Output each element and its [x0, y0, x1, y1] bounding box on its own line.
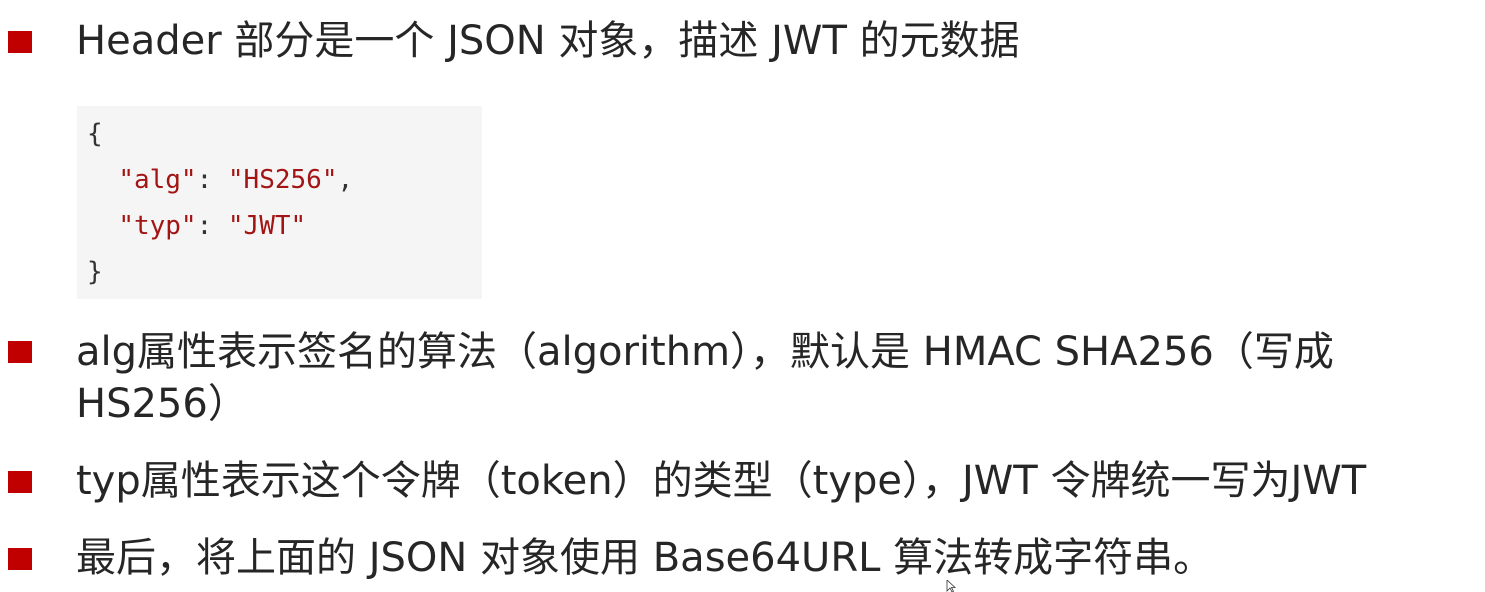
code-colon: : [196, 211, 228, 241]
square-bullet-icon [8, 31, 32, 53]
code-value-typ: "JWT" [227, 211, 307, 241]
square-bullet-icon [8, 341, 32, 363]
code-close-brace: } [87, 257, 103, 287]
code-line-typ: "typ": "JWT" [87, 210, 306, 242]
code-key-alg: "alg" [118, 165, 197, 195]
square-bullet-icon [8, 471, 32, 493]
mouse-cursor-icon [946, 580, 956, 592]
bullet-text-header: Header 部分是一个 JSON 对象，描述 JWT 的元数据 [76, 18, 1020, 64]
code-line-alg: "alg": "HS256", [87, 164, 353, 196]
square-bullet-icon [8, 548, 32, 570]
code-open-brace: { [87, 119, 103, 149]
code-comma: , [337, 165, 354, 195]
code-value-alg: "HS256" [227, 165, 338, 195]
code-colon: : [196, 165, 228, 195]
code-line-close-brace: } [87, 256, 103, 288]
code-line-open-brace: { [87, 118, 103, 150]
bullet-text-alg: alg属性表示签名的算法（algorithm），默认是 HMAC SHA256（… [76, 329, 1334, 375]
code-block [77, 106, 482, 299]
code-key-typ: "typ" [118, 211, 197, 241]
bullet-text-alg-continued: HS256） [76, 381, 248, 427]
bullet-text-base64: 最后，将上面的 JSON 对象使用 Base64URL 算法转成字符串。 [76, 535, 1214, 581]
bullet-text-typ: typ属性表示这个令牌（token）的类型（type），JWT 令牌统一写为JW… [76, 458, 1367, 504]
